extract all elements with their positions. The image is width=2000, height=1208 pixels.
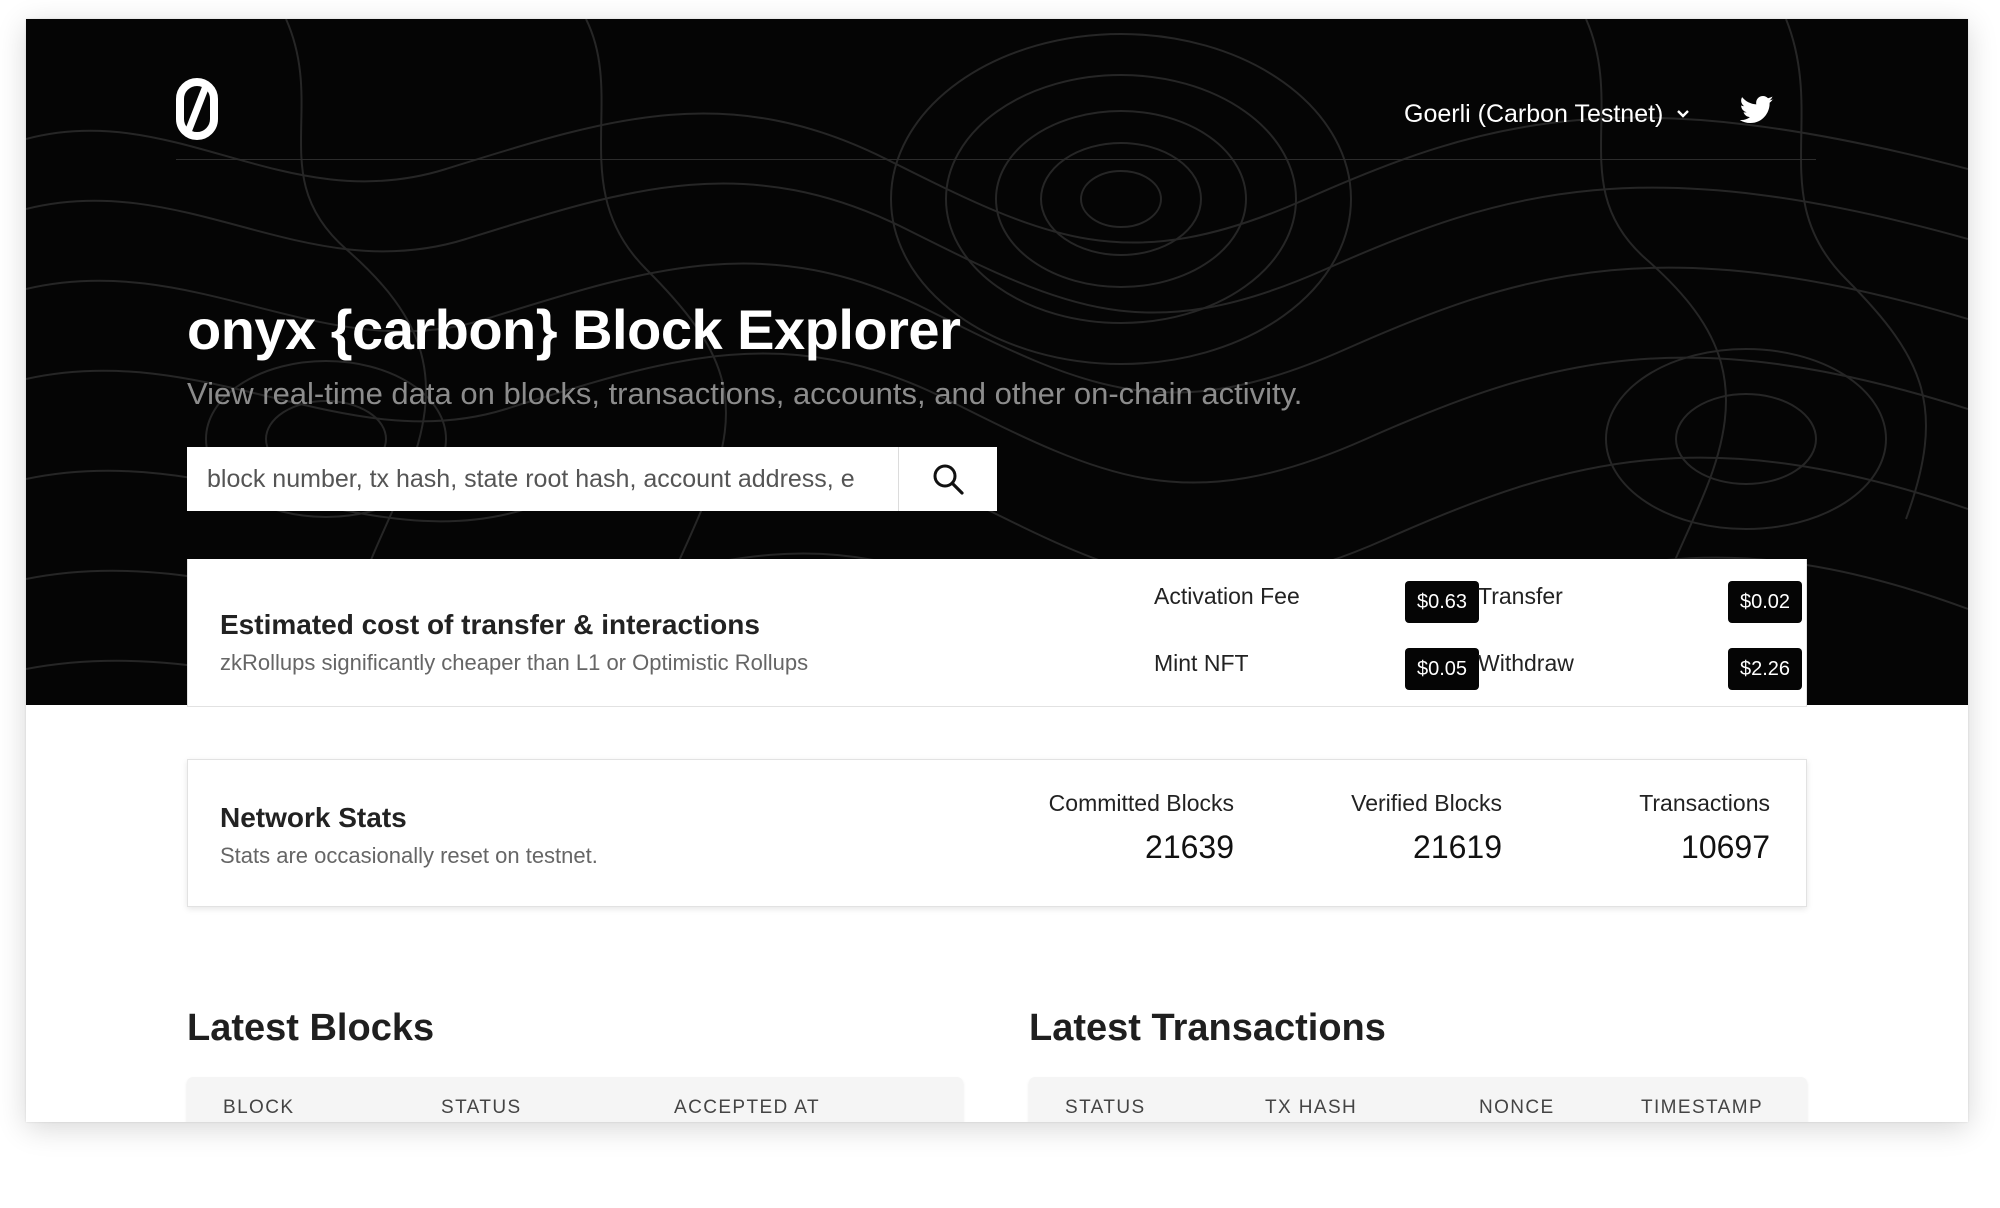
column-header-tx-hash[interactable]: TX HASH bbox=[1265, 1097, 1357, 1119]
stat-verified-blocks: Verified Blocks 21619 bbox=[1351, 790, 1502, 866]
page-subtitle: View real-time data on blocks, transacti… bbox=[187, 376, 1303, 411]
search-bar bbox=[187, 447, 997, 511]
column-header-status[interactable]: STATUS bbox=[441, 1097, 522, 1119]
fee-label-activation: Activation Fee bbox=[1154, 583, 1300, 609]
latest-blocks-table-header: BLOCK STATUS ACCEPTED AT bbox=[187, 1077, 963, 1122]
stat-label: Committed Blocks bbox=[1048, 790, 1234, 816]
fee-label-mint-nft: Mint NFT bbox=[1154, 650, 1249, 676]
page-title: onyx {carbon} Block Explorer bbox=[187, 298, 961, 361]
latest-transactions-table-header: STATUS TX HASH NONCE TIMESTAMP bbox=[1029, 1077, 1807, 1122]
estimated-cost-card: Estimated cost of transfer & interaction… bbox=[187, 559, 1807, 707]
stat-label: Verified Blocks bbox=[1351, 790, 1502, 816]
stat-value: 10697 bbox=[1681, 829, 1770, 865]
cost-card-subtitle: zkRollups significantly cheaper than L1 … bbox=[220, 650, 809, 675]
twitter-icon[interactable] bbox=[1740, 95, 1774, 125]
network-selector[interactable]: Goerli (Carbon Testnet) bbox=[1404, 95, 1691, 133]
search-button[interactable] bbox=[898, 447, 997, 511]
stat-value: 21619 bbox=[1413, 829, 1502, 865]
stat-label: Transactions bbox=[1639, 790, 1770, 816]
stat-value: 21639 bbox=[1145, 829, 1234, 865]
latest-transactions-title: Latest Transactions bbox=[1029, 1007, 1386, 1049]
latest-blocks-title: Latest Blocks bbox=[187, 1007, 435, 1049]
fee-badge-withdraw: $2.26 bbox=[1728, 648, 1803, 690]
stat-committed-blocks: Committed Blocks 21639 bbox=[1049, 790, 1234, 866]
column-header-block[interactable]: BLOCK bbox=[223, 1097, 294, 1119]
fee-badge-transfer: $0.02 bbox=[1728, 581, 1803, 623]
network-stats-card: Network Stats Stats are occasionally res… bbox=[187, 759, 1807, 907]
network-stats-subtitle: Stats are occasionally reset on testnet. bbox=[220, 843, 598, 868]
search-icon bbox=[933, 464, 964, 495]
fee-label-transfer: Transfer bbox=[1478, 583, 1563, 609]
browser-frame: Goerli (Carbon Testnet) onyx {carbon} Bl… bbox=[26, 19, 1968, 1122]
fee-badge-mint-nft: $0.05 bbox=[1405, 648, 1480, 690]
cost-card-title: Estimated cost of transfer & interaction… bbox=[220, 609, 760, 640]
top-navigation: Goerli (Carbon Testnet) bbox=[176, 19, 1816, 160]
network-selector-label: Goerli (Carbon Testnet) bbox=[1404, 99, 1664, 128]
column-header-accepted-at[interactable]: ACCEPTED AT bbox=[674, 1097, 820, 1119]
onyx-zero-logo-icon[interactable] bbox=[176, 78, 218, 140]
fee-badge-activation: $0.63 bbox=[1405, 581, 1480, 623]
column-header-timestamp[interactable]: TIMESTAMP bbox=[1641, 1097, 1763, 1119]
column-header-status[interactable]: STATUS bbox=[1065, 1097, 1146, 1119]
chevron-down-icon bbox=[1677, 110, 1690, 118]
search-input[interactable] bbox=[187, 447, 898, 511]
column-header-nonce[interactable]: NONCE bbox=[1479, 1097, 1555, 1119]
fee-label-withdraw: Withdraw bbox=[1478, 650, 1574, 676]
network-stats-title: Network Stats bbox=[220, 802, 407, 833]
stat-transactions: Transactions 10697 bbox=[1639, 790, 1770, 866]
